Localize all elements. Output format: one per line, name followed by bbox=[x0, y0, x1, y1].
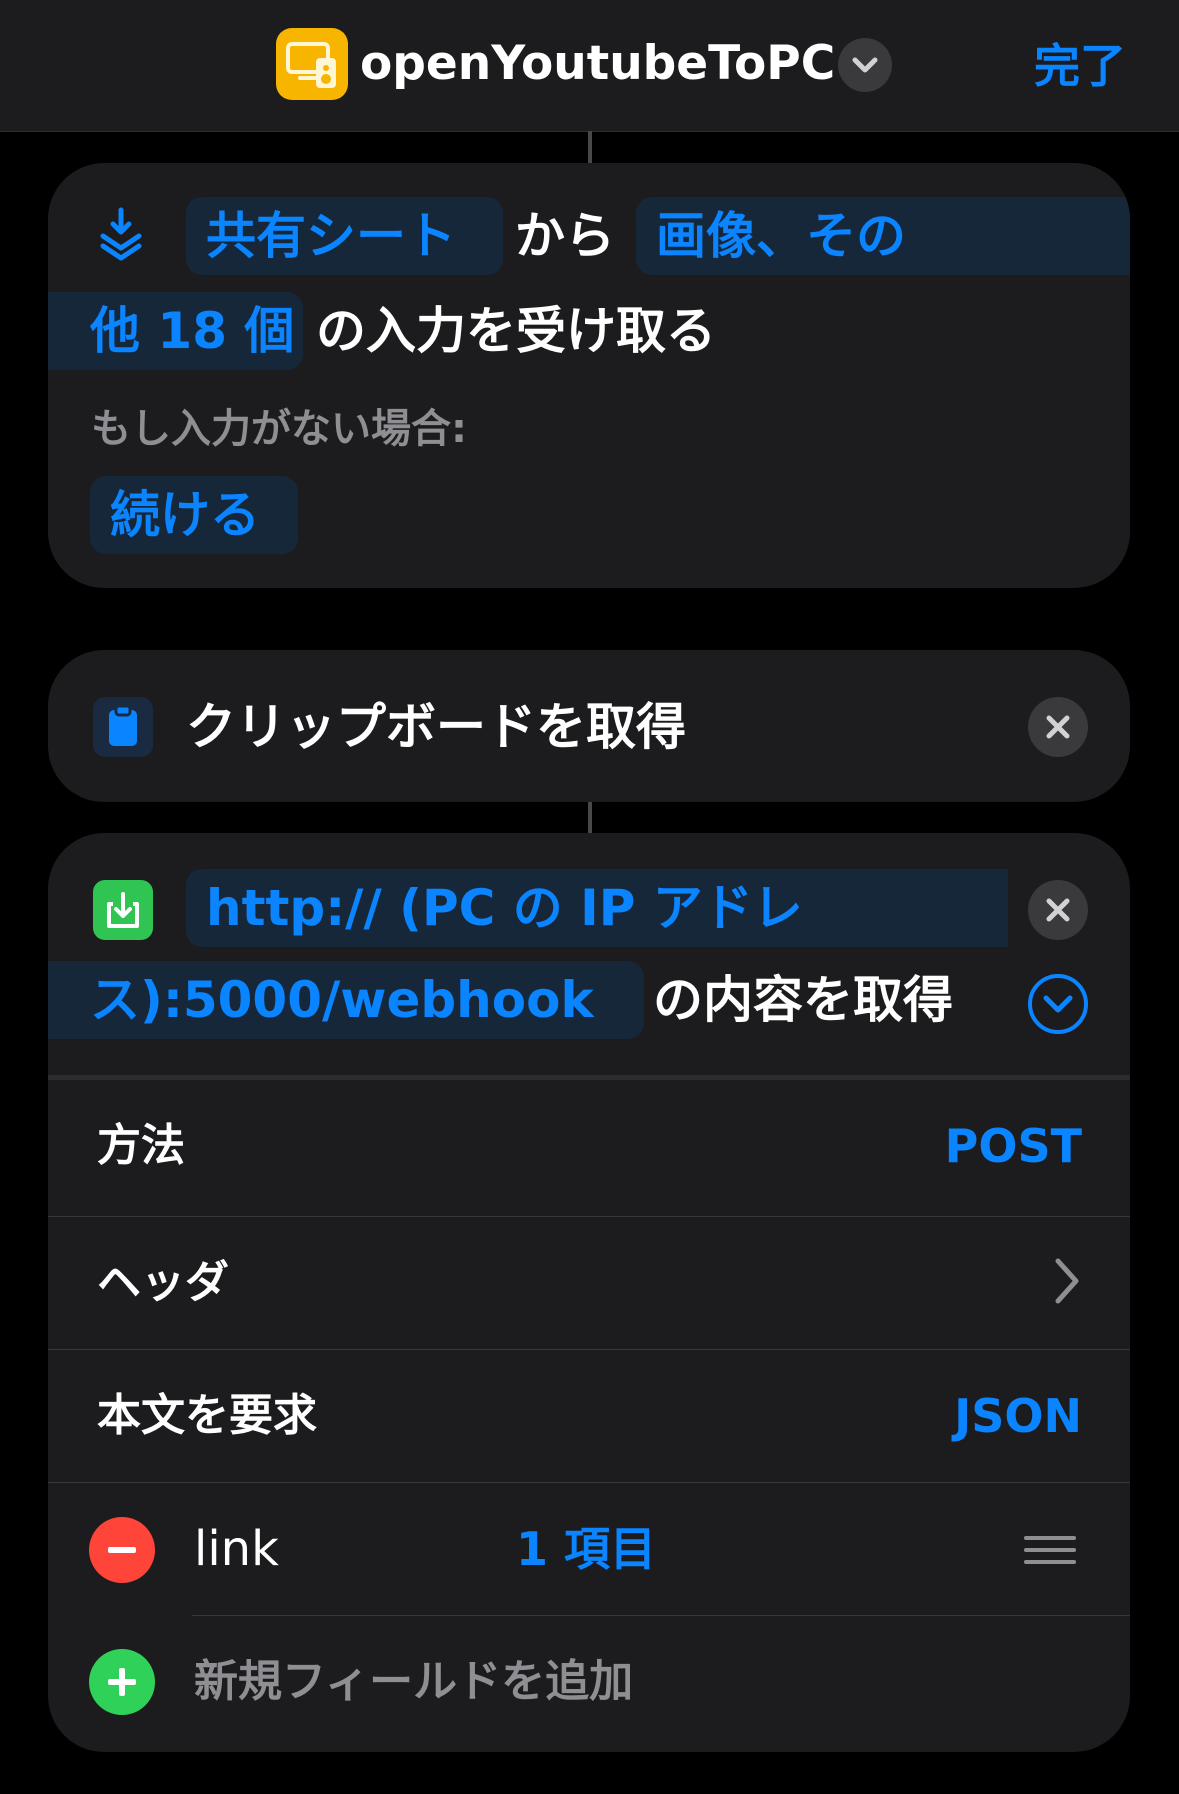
request-body-row[interactable]: 本文を要求 JSON bbox=[48, 1350, 1130, 1482]
action-connector bbox=[588, 131, 592, 164]
close-icon bbox=[1046, 898, 1070, 922]
chevron-right-icon bbox=[1055, 1258, 1079, 1304]
field-value[interactable]: 1 項目 bbox=[516, 1519, 656, 1579]
title-menu-button[interactable] bbox=[838, 38, 892, 92]
receive-input-text: の入力を受け取る bbox=[316, 302, 716, 360]
navigation-bar: openYoutubeToPC 完了 bbox=[0, 0, 1179, 132]
get-contents-text: の内容を取得 bbox=[653, 971, 953, 1029]
download-icon-tile bbox=[93, 880, 153, 940]
share-sheet-icon bbox=[100, 207, 142, 261]
headers-row[interactable]: ヘッダ bbox=[48, 1217, 1130, 1349]
url-token[interactable]: http:// (PC の IP アドレ bbox=[186, 869, 1008, 947]
plus-icon bbox=[108, 1668, 136, 1696]
field-key[interactable]: link bbox=[194, 1519, 279, 1579]
reorder-handle-icon[interactable] bbox=[1022, 1530, 1078, 1570]
request-body-value[interactable]: JSON bbox=[954, 1386, 1082, 1446]
clipboard-icon bbox=[109, 704, 137, 746]
continue-token[interactable]: 続ける bbox=[90, 476, 298, 554]
receive-input-action: 共有シート から 画像、その 他 18 個 の入力を受け取る もし入力がない場合… bbox=[48, 163, 1130, 588]
remove-clipboard-action-button[interactable] bbox=[1028, 697, 1088, 757]
download-icon bbox=[107, 892, 139, 928]
chevron-down-icon bbox=[852, 57, 878, 73]
delete-field-button[interactable] bbox=[89, 1517, 155, 1583]
shortcut-title[interactable]: openYoutubeToPC bbox=[360, 34, 835, 94]
input-types-token-continued[interactable]: 他 18 個 bbox=[48, 292, 303, 370]
remove-url-action-button[interactable] bbox=[1028, 880, 1088, 940]
display-speaker-icon bbox=[286, 42, 336, 88]
clipboard-icon-tile bbox=[93, 697, 153, 757]
done-button[interactable]: 完了 bbox=[1034, 36, 1126, 96]
method-row[interactable]: 方法 POST bbox=[48, 1080, 1130, 1212]
url-token-continued[interactable]: ス):5000/webhook bbox=[48, 961, 644, 1039]
headers-label: ヘッダ bbox=[97, 1257, 229, 1308]
add-field-row[interactable]: 新規フィールドを追加 bbox=[48, 1616, 1130, 1748]
method-label: 方法 bbox=[97, 1120, 185, 1171]
shortcut-app-icon[interactable] bbox=[276, 28, 348, 100]
clipboard-action-label: クリップボードを取得 bbox=[186, 698, 686, 756]
request-body-label: 本文を要求 bbox=[97, 1390, 317, 1441]
get-clipboard-action: クリップボードを取得 bbox=[48, 650, 1130, 802]
json-field-row: link 1 項目 bbox=[48, 1483, 1130, 1615]
add-field-label[interactable]: 新規フィールドを追加 bbox=[194, 1652, 633, 1712]
chevron-down-circle-icon bbox=[1028, 974, 1088, 1034]
collapse-options-button[interactable] bbox=[1026, 972, 1090, 1036]
input-types-token[interactable]: 画像、その bbox=[636, 197, 1130, 275]
minus-icon bbox=[108, 1547, 136, 1553]
add-field-button[interactable] bbox=[89, 1649, 155, 1715]
input-source-token[interactable]: 共有シート bbox=[186, 197, 503, 275]
from-text: から bbox=[515, 207, 615, 265]
action-connector bbox=[588, 802, 592, 834]
get-url-contents-action: http:// (PC の IP アドレ ス):5000/webhook の内容… bbox=[48, 833, 1130, 1752]
method-value[interactable]: POST bbox=[945, 1116, 1082, 1176]
if-no-input-label: もし入力がない場合: bbox=[91, 406, 467, 452]
close-icon bbox=[1046, 715, 1070, 739]
